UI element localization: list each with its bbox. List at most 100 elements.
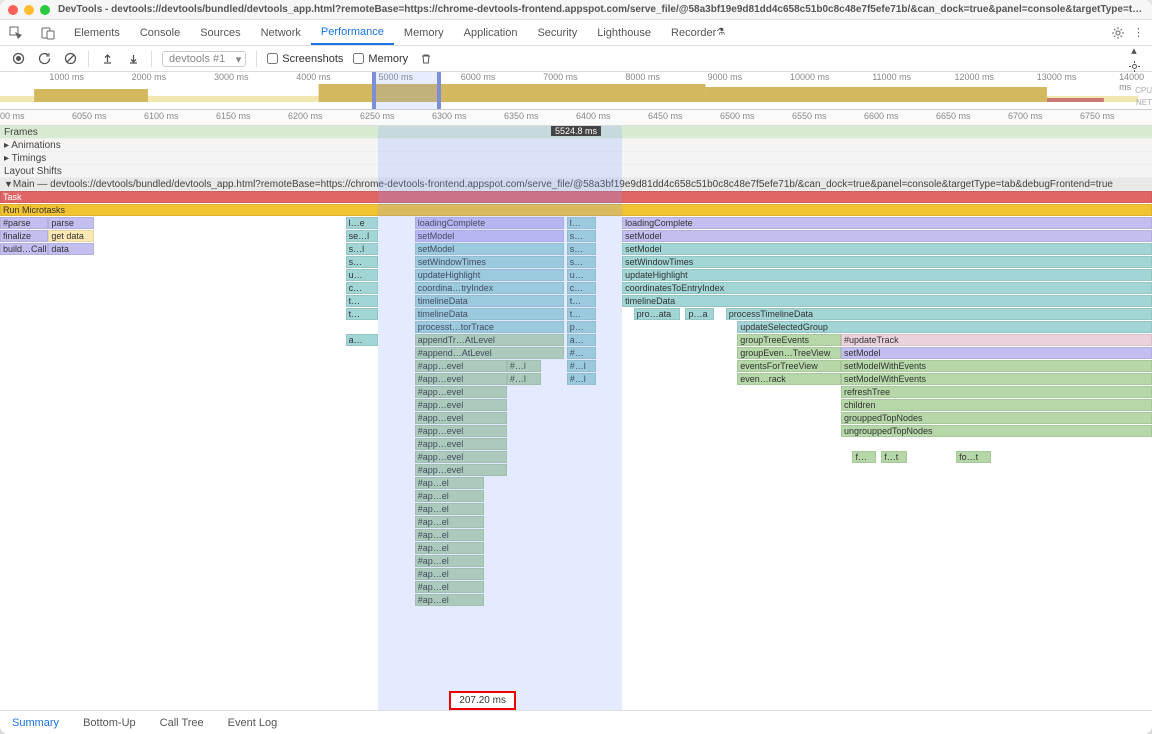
flame-block[interactable]: p… [567, 321, 596, 333]
flame-block[interactable]: updateHighlight [622, 269, 1152, 281]
tab-application[interactable]: Application [454, 20, 528, 45]
flame-block[interactable]: setModel [415, 243, 565, 255]
timeline-overview[interactable]: 1000 ms2000 ms3000 ms4000 ms5000 ms6000 … [0, 72, 1152, 110]
flame-block[interactable]: #…l [507, 373, 542, 385]
flame-block[interactable]: data [48, 243, 94, 255]
flame-block[interactable]: s… [567, 256, 596, 268]
flame-block[interactable]: #append…AtLevel [415, 347, 565, 359]
flame-block[interactable]: #app…evel [415, 464, 507, 476]
flame-block[interactable]: setModelWithEvents [841, 360, 1152, 372]
flame-block[interactable]: children [841, 399, 1152, 411]
flame-block[interactable]: c… [567, 282, 596, 294]
flame-block[interactable]: get data [48, 230, 94, 242]
flame-block[interactable]: appendTr…AtLevel [415, 334, 565, 346]
tab-performance[interactable]: Performance [311, 20, 394, 45]
flame-block[interactable]: setWindowTimes [622, 256, 1152, 268]
tab-lighthouse[interactable]: Lighthouse [587, 20, 661, 45]
reload-icon[interactable] [36, 51, 52, 67]
flame-block[interactable]: updateHighlight [415, 269, 565, 281]
flame-block[interactable]: s… [567, 243, 596, 255]
flame-block[interactable]: #updateTrack [841, 334, 1152, 346]
flame-block[interactable]: #ap…el [415, 581, 484, 593]
flame-block[interactable]: #…l [567, 373, 596, 385]
clear-icon[interactable] [62, 51, 78, 67]
flame-block[interactable]: #app…evel [415, 386, 507, 398]
flame-block[interactable]: t… [346, 295, 378, 307]
minimize-icon[interactable] [24, 5, 34, 15]
flame-block[interactable]: t… [567, 295, 596, 307]
flame-block[interactable]: p…a [685, 308, 714, 320]
flame-block[interactable]: #ap…el [415, 490, 484, 502]
tab-memory[interactable]: Memory [394, 20, 454, 45]
flame-block[interactable]: #app…evel [415, 438, 507, 450]
flame-block[interactable]: u… [567, 269, 596, 281]
tab-console[interactable]: Console [130, 20, 190, 45]
flame-block[interactable]: timelineData [415, 295, 565, 307]
flame-block[interactable]: processt…torTrace [415, 321, 565, 333]
download-icon[interactable] [125, 51, 141, 67]
close-icon[interactable] [8, 5, 18, 15]
screenshots-checkbox[interactable]: Screenshots [267, 53, 343, 65]
main-thread-header[interactable]: ▼ Main — devtools://devtools/bundled/dev… [0, 178, 1152, 191]
overview-selection[interactable] [372, 72, 441, 109]
time-ruler[interactable]: 00 ms6050 ms6100 ms6150 ms6200 ms6250 ms… [0, 110, 1152, 126]
flame-block[interactable]: #app…evel [415, 412, 507, 424]
maximize-icon[interactable] [40, 5, 50, 15]
flame-block[interactable]: #ap…el [415, 555, 484, 567]
details-tab-bottom-up[interactable]: Bottom-Up [71, 717, 148, 729]
flame-block[interactable]: #app…evel [415, 425, 507, 437]
flame-block[interactable]: updateSelectedGroup [737, 321, 1152, 333]
details-tab-event-log[interactable]: Event Log [216, 717, 290, 729]
flame-block[interactable]: #ap…el [415, 594, 484, 606]
flame-block[interactable]: pro…ata [634, 308, 680, 320]
track-header[interactable]: ▸ Timings [0, 152, 1152, 165]
flame-block[interactable]: t… [567, 308, 596, 320]
flame-block[interactable]: a… [346, 334, 378, 346]
flame-block[interactable]: ungrouppedTopNodes [841, 425, 1152, 437]
flame-block[interactable]: even…rack [737, 373, 841, 385]
device-toggle-icon[interactable] [38, 23, 58, 43]
flame-block[interactable]: parse [48, 217, 94, 229]
flame-block[interactable]: coordina…tryIndex [415, 282, 565, 294]
target-select[interactable]: devtools #1▾ [162, 51, 246, 67]
flame-chart[interactable]: 5524.8 ms Frames▸ Animations▸ TimingsLay… [0, 126, 1152, 710]
flame-block[interactable]: s… [567, 230, 596, 242]
flame-block[interactable]: setModelWithEvents [841, 373, 1152, 385]
inspect-icon[interactable] [6, 23, 26, 43]
flame-block[interactable]: #… [567, 347, 596, 359]
flame-block[interactable]: finalize [0, 230, 48, 242]
flame-block[interactable]: se…l [346, 230, 378, 242]
flame-block[interactable]: groupTreeEvents [737, 334, 841, 346]
flame-block[interactable]: timelineData [622, 295, 1152, 307]
flame-block[interactable]: f…t [881, 451, 906, 463]
record-icon[interactable] [10, 51, 26, 67]
flame-block[interactable]: a… [567, 334, 596, 346]
flame-block[interactable]: #app…evel [415, 360, 507, 372]
flame-block[interactable]: s… [346, 256, 378, 268]
flame-block[interactable]: refreshTree [841, 386, 1152, 398]
flame-block[interactable]: s…l [346, 243, 378, 255]
flame-block[interactable]: t… [346, 308, 378, 320]
flame-block[interactable]: c… [346, 282, 378, 294]
flame-block[interactable]: grouppedTopNodes [841, 412, 1152, 424]
tab-elements[interactable]: Elements [64, 20, 130, 45]
collapse-icon[interactable]: ▴ [1126, 43, 1142, 59]
details-tab-call-tree[interactable]: Call Tree [148, 717, 216, 729]
flame-block[interactable]: #parse [0, 217, 48, 229]
flame-block[interactable]: setModel [841, 347, 1152, 359]
track-header[interactable]: ▸ Animations [0, 139, 1152, 152]
flame-block[interactable]: setModel [622, 230, 1152, 242]
flame-block[interactable]: processTimelineData [726, 308, 1152, 320]
track-header[interactable]: Layout Shifts [0, 165, 1152, 178]
flame-block[interactable]: #ap…el [415, 529, 484, 541]
tab-recorder[interactable]: Recorder [661, 20, 735, 45]
flame-block[interactable]: timelineData [415, 308, 565, 320]
details-tab-summary[interactable]: Summary [0, 717, 71, 729]
flame-block[interactable]: f… [852, 451, 875, 463]
flame-block[interactable]: build…Calls [0, 243, 48, 255]
flame-block[interactable]: loadingComplete [415, 217, 565, 229]
trash-icon[interactable] [418, 51, 434, 67]
flame-block[interactable]: #ap…el [415, 568, 484, 580]
task-block[interactable]: Task [0, 191, 1152, 203]
flame-block[interactable]: #…l [507, 360, 542, 372]
